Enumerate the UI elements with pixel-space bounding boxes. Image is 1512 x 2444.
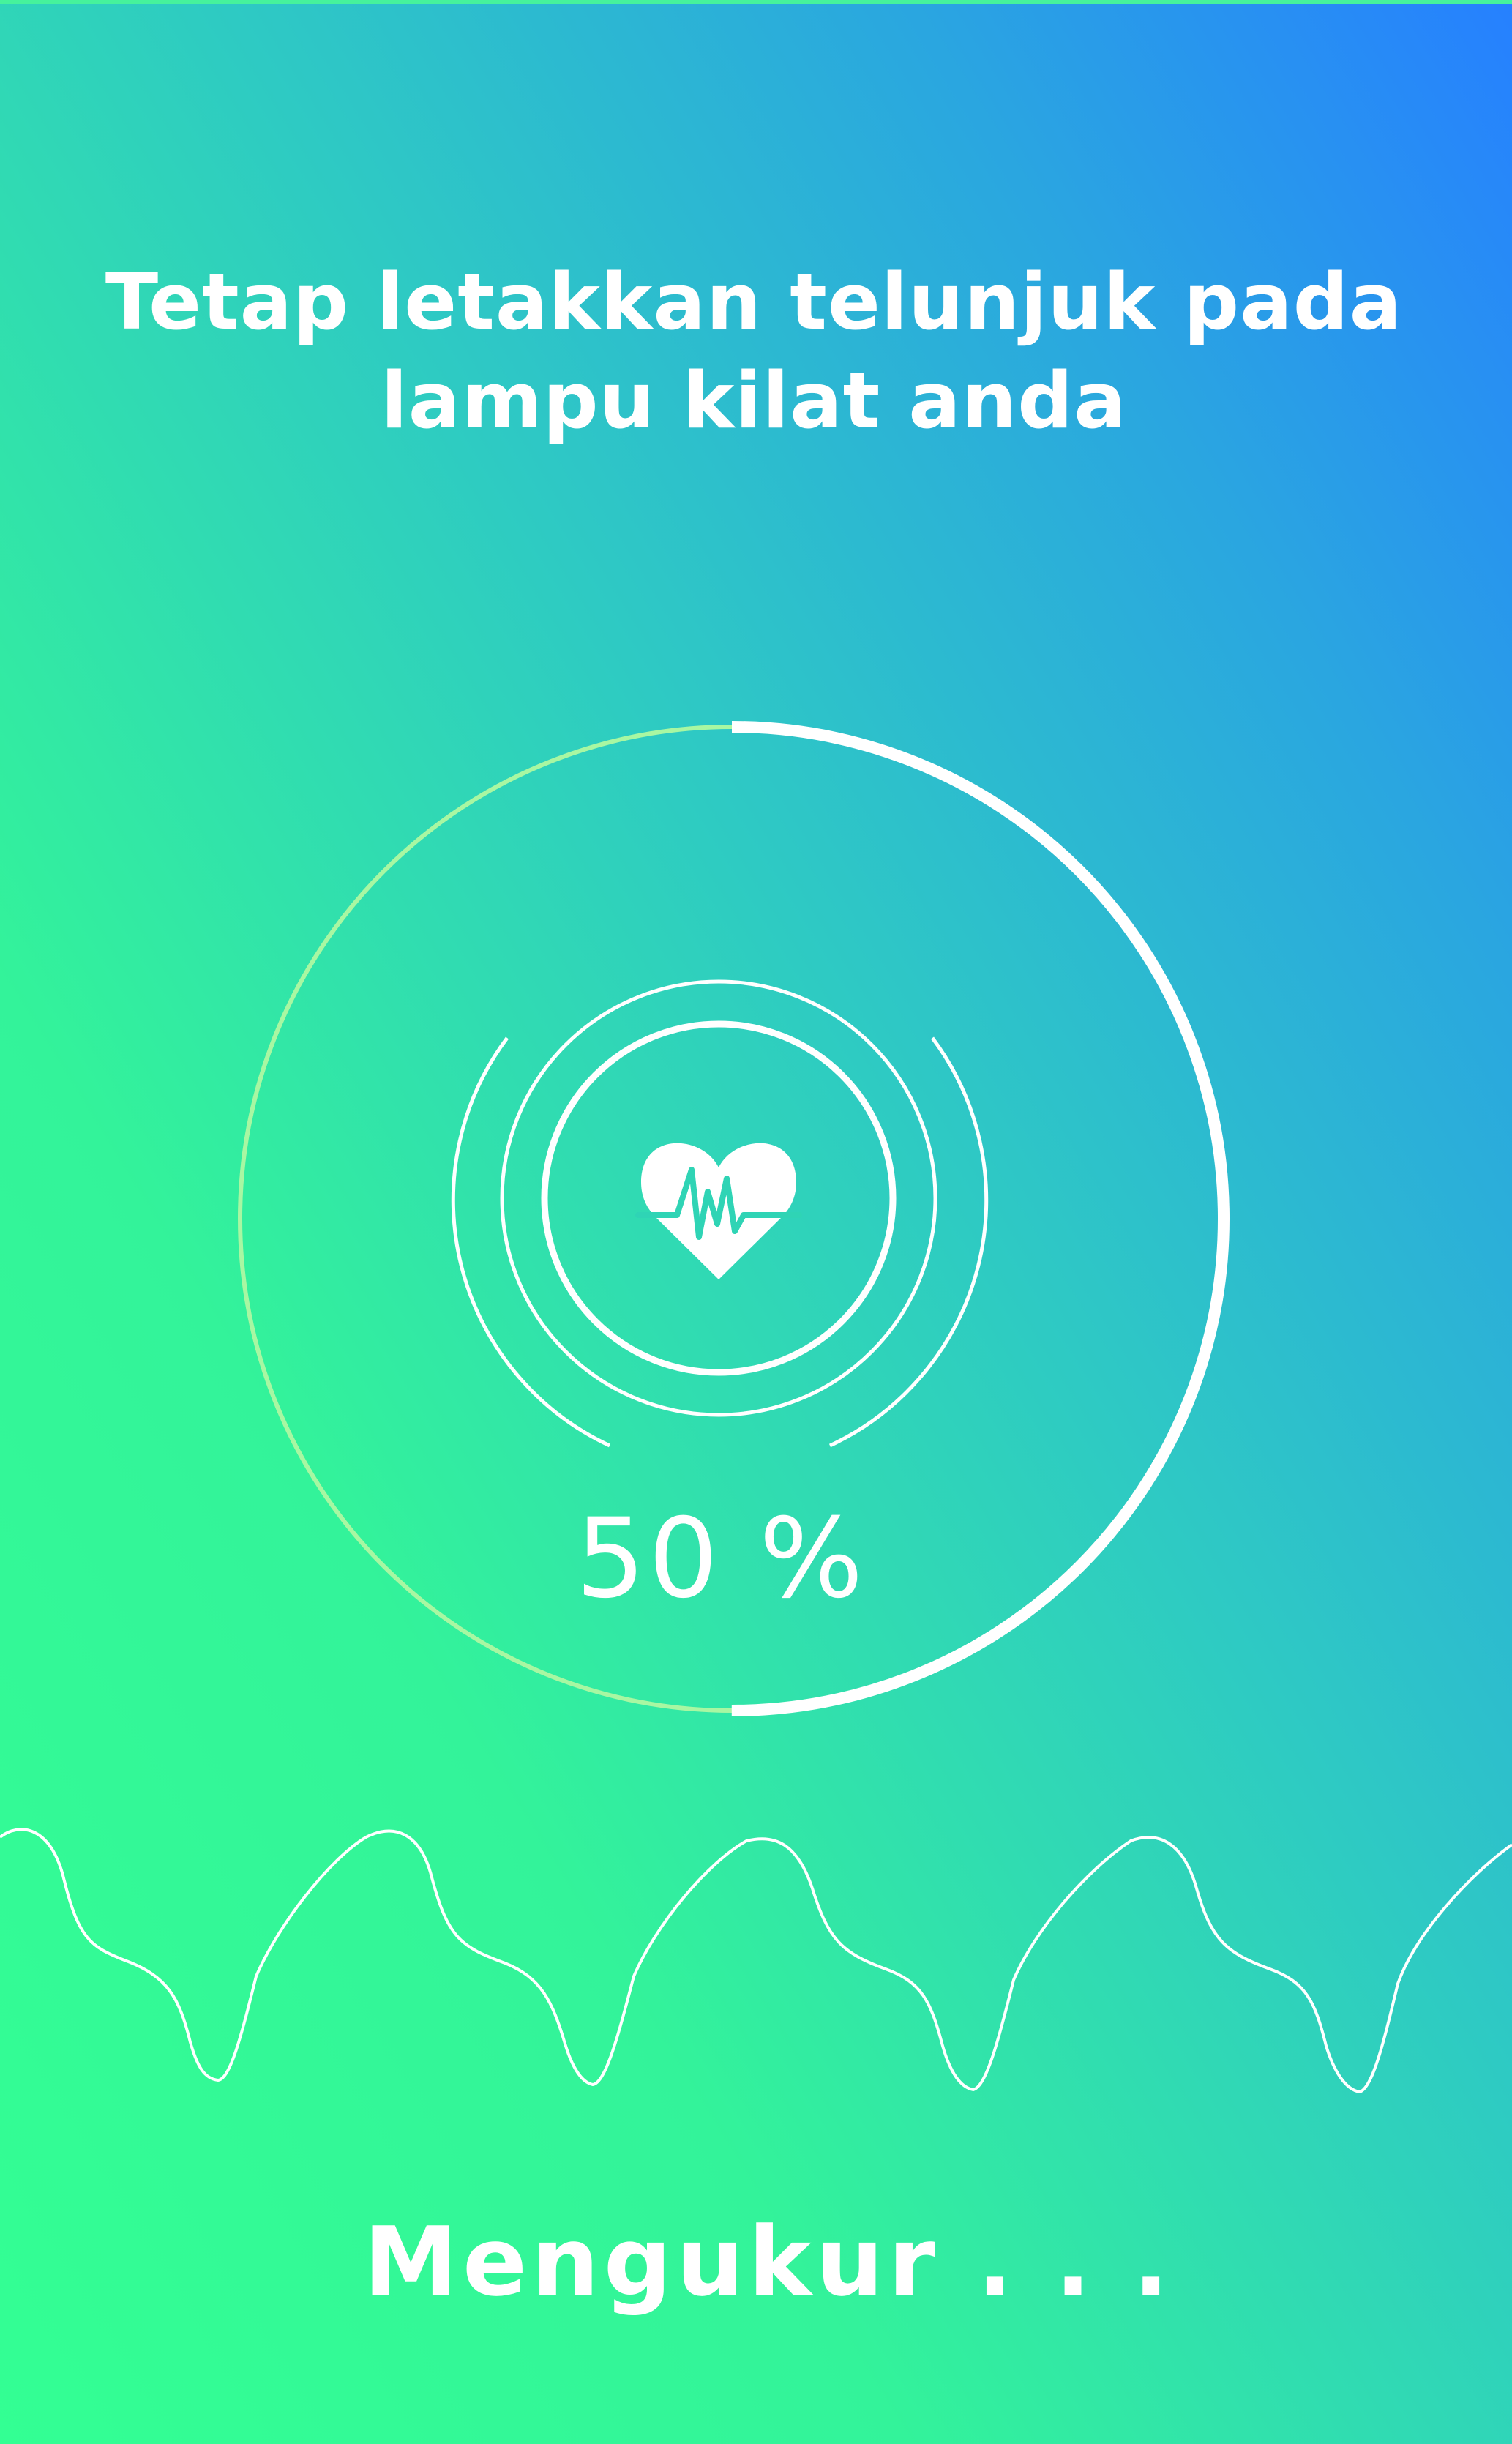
right-outer-arc (828, 1036, 989, 1448)
progress-percentage: 50 % (575, 1495, 867, 1623)
measurement-screen: Tetap letakkan telunjuk pada lampu kilat… (0, 0, 1512, 2444)
left-outer-arc (451, 1036, 611, 1448)
measurement-graphics (0, 721, 1512, 2094)
heart-pulse-icon (635, 1143, 802, 1279)
measuring-status: Mengukur . . . (363, 2206, 1174, 2317)
pulse-waveform (0, 1828, 1512, 2094)
